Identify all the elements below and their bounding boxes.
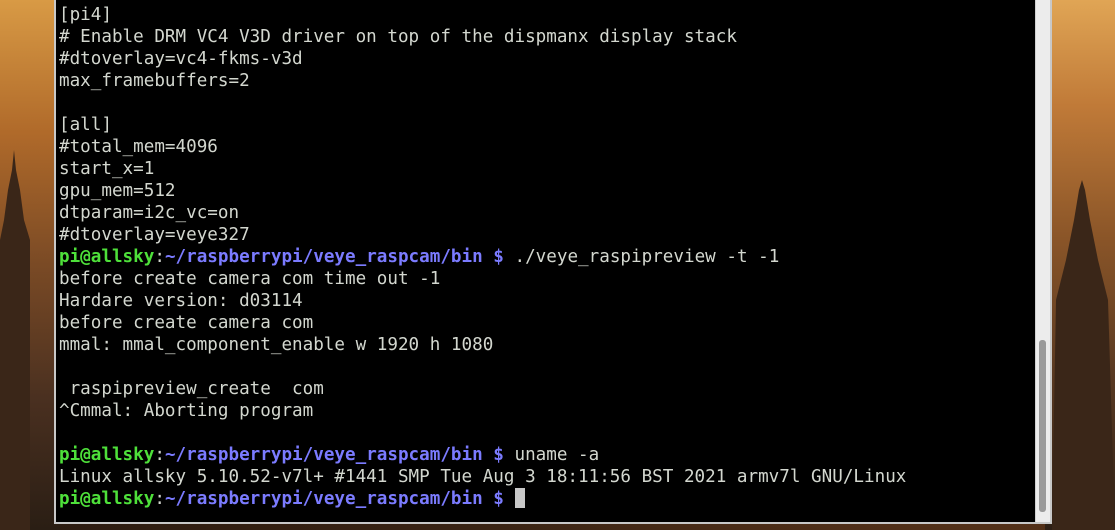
terminal-prompt-line: pi@allsky:~/raspberrypi/veye_raspcam/bin…	[59, 246, 1029, 268]
prompt-path: ~/raspberrypi/veye_raspcam/bin	[164, 247, 483, 267]
terminal-output-line: ^Cmmal: Aborting program	[59, 400, 1029, 422]
prompt-user-host: pi@allsky	[59, 247, 155, 267]
prompt-colon: :	[154, 445, 165, 465]
terminal-output-line: Hardare version: d03114	[59, 290, 1029, 312]
terminal-output-line: mmal: mmal_component_enable w 1920 h 108…	[59, 334, 1029, 356]
terminal-output-line: before create camera com time out -1	[59, 268, 1029, 290]
terminal-output-line: Linux allsky 5.10.52-v7l+ #1441 SMP Tue …	[59, 466, 1029, 488]
terminal-output-line: max_framebuffers=2	[59, 70, 1029, 92]
output-text: dtparam=i2c_vc=on	[59, 203, 240, 223]
output-text: max_framebuffers=2	[59, 71, 250, 91]
terminal-window[interactable]: [pi4] # Enable DRM VC4 V3D driver on top …	[54, 0, 1052, 524]
prompt-command: ./veye_raspipreview -t -1	[514, 247, 780, 267]
output-text: [all]	[59, 115, 112, 135]
terminal-output-line: dtparam=i2c_vc=on	[59, 202, 1029, 224]
terminal-prompt-line: pi@allsky:~/raspberrypi/veye_raspcam/bin…	[59, 488, 1029, 510]
terminal-cursor	[514, 488, 525, 508]
prompt-command: uname -a	[514, 445, 600, 465]
output-text: #total_mem=4096	[59, 137, 218, 157]
prompt-user-host: pi@allsky	[59, 445, 155, 465]
prompt-symbol: $	[482, 445, 515, 465]
output-text: start_x=1	[59, 159, 155, 179]
terminal-output-line: before create camera com	[59, 312, 1029, 334]
prompt-path: ~/raspberrypi/veye_raspcam/bin	[164, 445, 483, 465]
output-text: raspipreview_create com	[59, 379, 324, 399]
prompt-colon: :	[154, 489, 165, 509]
terminal-output-line: [all]	[59, 114, 1029, 136]
terminal-output-line: # Enable DRM VC4 V3D driver on top of th…	[59, 26, 1029, 48]
terminal-output-line: [pi4]	[59, 4, 1029, 26]
terminal-output-line: start_x=1	[59, 158, 1029, 180]
pagoda-silhouette-right	[1052, 180, 1115, 530]
terminal-output-line: raspipreview_create com	[59, 378, 1029, 400]
output-text: #dtoverlay=vc4-fkms-v3d	[59, 49, 303, 69]
output-text: before create camera com time out -1	[59, 269, 441, 289]
terminal-output[interactable]: [pi4] # Enable DRM VC4 V3D driver on top …	[59, 4, 1029, 510]
output-text: # Enable DRM VC4 V3D driver on top of th…	[59, 27, 737, 47]
output-text: gpu_mem=512	[59, 181, 176, 201]
scrollbar-thumb[interactable]	[1039, 340, 1046, 512]
terminal-output-line: gpu_mem=512	[59, 180, 1029, 202]
output-text: [pi4]	[59, 5, 112, 25]
vertical-scrollbar[interactable]	[1035, 0, 1050, 522]
prompt-user-host: pi@allsky	[59, 489, 155, 509]
prompt-symbol: $	[482, 489, 515, 509]
output-text: Linux allsky 5.10.52-v7l+ #1441 SMP Tue …	[59, 467, 907, 487]
output-text: #dtoverlay=veye327	[59, 225, 250, 245]
terminal-output-line: #total_mem=4096	[59, 136, 1029, 158]
prompt-colon: :	[154, 247, 165, 267]
output-text: before create camera com	[59, 313, 314, 333]
terminal-output-line: #dtoverlay=vc4-fkms-v3d	[59, 48, 1029, 70]
pagoda-silhouette-left	[0, 150, 30, 530]
terminal-prompt-line: pi@allsky:~/raspberrypi/veye_raspcam/bin…	[59, 444, 1029, 466]
output-text: mmal: mmal_component_enable w 1920 h 108…	[59, 335, 494, 355]
prompt-symbol: $	[482, 247, 515, 267]
output-text: ^Cmmal: Aborting program	[59, 401, 314, 421]
terminal-output-line: #dtoverlay=veye327	[59, 224, 1029, 246]
output-text: Hardare version: d03114	[59, 291, 303, 311]
prompt-path: ~/raspberrypi/veye_raspcam/bin	[164, 489, 483, 509]
